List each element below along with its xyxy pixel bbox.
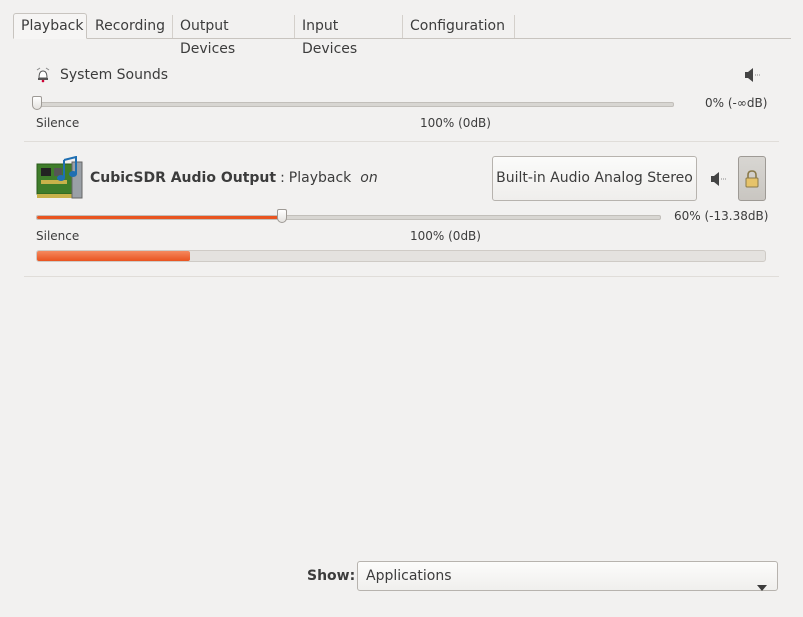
stream-status: on xyxy=(360,170,378,186)
chevron-down-icon xyxy=(757,573,767,601)
show-label: Show: xyxy=(307,568,356,584)
system-sounds-100-label: 100% (0dB) xyxy=(420,116,491,130)
row-divider xyxy=(24,276,779,277)
system-sounds-volume-slider[interactable] xyxy=(32,96,674,110)
system-sounds-volume-knob[interactable] xyxy=(32,96,42,110)
stream-volume-text: 60% (-13.38dB) xyxy=(674,209,769,223)
system-sounds-label: System Sounds xyxy=(60,67,169,83)
show-select[interactable]: Applications xyxy=(357,561,778,591)
lock-icon xyxy=(745,170,759,192)
stream-role: Playback xyxy=(288,170,352,186)
peak-level-fill xyxy=(37,251,190,261)
tab-playback[interactable]: Playback xyxy=(13,13,87,39)
stream-app-name: CubicSDR Audio Output xyxy=(90,170,277,186)
stream-silence-label: Silence xyxy=(36,229,80,243)
stream-100-label: 100% (0dB) xyxy=(410,229,481,243)
speaker-muted-icon[interactable] xyxy=(706,168,728,190)
stream-separator: : xyxy=(280,170,285,186)
peak-level-meter xyxy=(36,250,766,262)
stream-volume-slider[interactable] xyxy=(36,209,661,223)
stream-volume-fill xyxy=(37,216,282,219)
system-sounds-volume-text: 0% (-∞dB) xyxy=(705,96,768,110)
system-sounds-silence-label: Silence xyxy=(36,116,80,130)
bell-icon xyxy=(36,67,50,83)
stream-title: CubicSDR Audio Output: Playback on xyxy=(90,170,378,186)
tab-bar: Playback Recording Output Devices Input … xyxy=(13,13,791,57)
row-divider xyxy=(24,141,779,142)
speaker-muted-icon[interactable] xyxy=(740,64,762,86)
output-device-button[interactable]: Built-in Audio Analog Stereo xyxy=(492,156,697,201)
tab-input-devices[interactable]: Input Devices xyxy=(295,15,403,57)
show-select-value: Applications xyxy=(366,568,452,584)
lock-channels-button[interactable] xyxy=(738,156,766,201)
tab-configuration[interactable]: Configuration xyxy=(403,15,515,38)
tab-output-devices[interactable]: Output Devices xyxy=(173,15,295,57)
stream-volume-knob[interactable] xyxy=(276,209,287,223)
soundcard-icon xyxy=(36,155,84,202)
tab-recording[interactable]: Recording xyxy=(88,15,173,38)
